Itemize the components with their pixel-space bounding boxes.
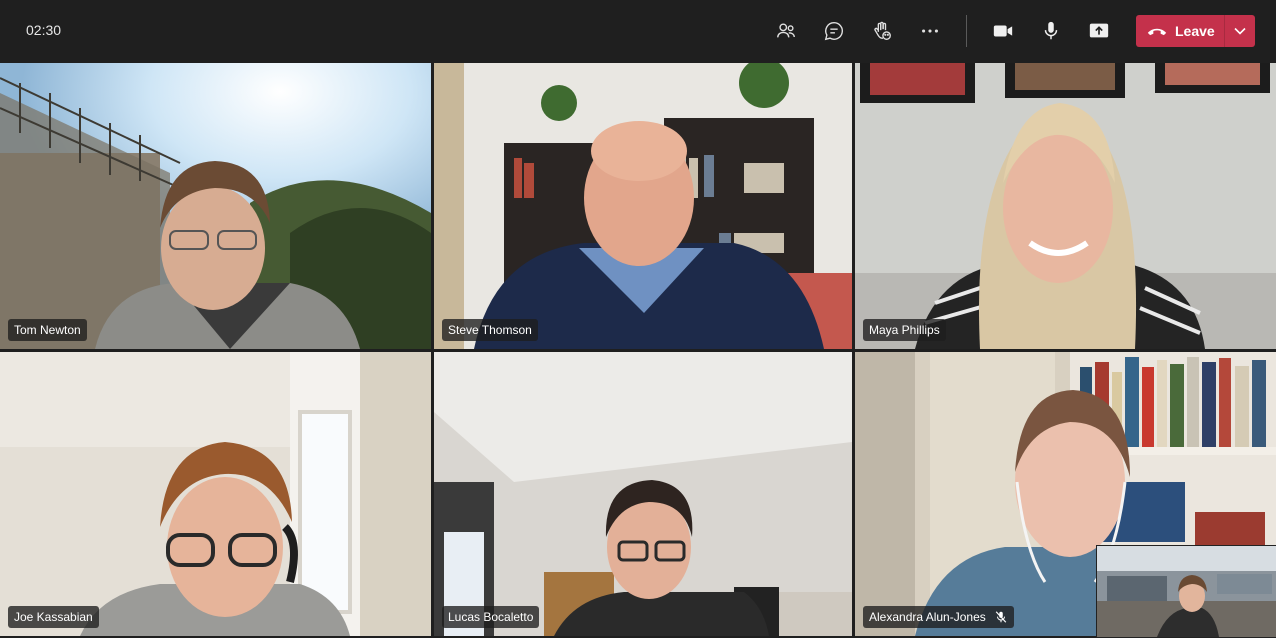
leave-main-button[interactable]: Leave <box>1136 15 1224 47</box>
video-feed <box>855 63 1276 349</box>
participant-name-tag: Tom Newton <box>8 319 87 341</box>
leave-button[interactable]: Leave <box>1136 15 1255 47</box>
participant-name: Steve Thomson <box>448 323 532 337</box>
video-feed <box>434 352 852 636</box>
video-tile-joe-kassabian[interactable]: Joe Kassabian <box>0 352 431 636</box>
meeting-toolbar: 02:30 Leave <box>0 0 1276 62</box>
leave-label: Leave <box>1175 23 1215 39</box>
video-feed <box>434 63 852 349</box>
toolbar-divider <box>966 15 967 47</box>
video-tile-maya-phillips[interactable]: Maya Phillips <box>855 63 1276 349</box>
video-tile-lucas-bocaletto[interactable]: Lucas Bocaletto <box>434 352 852 636</box>
chat-icon[interactable] <box>819 16 849 46</box>
video-tile-tom-newton[interactable]: Tom Newton <box>0 63 431 349</box>
participant-name-tag: Alexandra Alun-Jones <box>863 606 1014 628</box>
participant-name: Joe Kassabian <box>14 610 93 624</box>
share-screen-icon[interactable] <box>1084 16 1114 46</box>
self-view-feed <box>1097 546 1276 637</box>
meeting-timer: 02:30 <box>26 22 62 38</box>
participant-name: Tom Newton <box>14 323 81 337</box>
hang-up-icon <box>1147 28 1167 36</box>
participant-name: Alexandra Alun-Jones <box>869 610 986 624</box>
participant-name: Lucas Bocaletto <box>448 610 534 624</box>
participant-name-tag: Maya Phillips <box>863 319 946 341</box>
participant-name-tag: Steve Thomson <box>442 319 538 341</box>
participant-name: Maya Phillips <box>869 323 940 337</box>
reactions-icon[interactable] <box>867 16 897 46</box>
leave-options-button[interactable] <box>1225 15 1255 47</box>
participants-icon[interactable] <box>771 16 801 46</box>
camera-icon[interactable] <box>988 16 1018 46</box>
microphone-icon[interactable] <box>1036 16 1066 46</box>
video-tile-steve-thomson[interactable]: Steve Thomson <box>434 63 852 349</box>
participant-name-tag: Joe Kassabian <box>8 606 99 628</box>
participant-name-tag: Lucas Bocaletto <box>442 606 540 628</box>
chevron-down-icon <box>1234 27 1246 35</box>
more-options-icon[interactable] <box>915 16 945 46</box>
muted-microphone-icon <box>995 611 1007 623</box>
video-feed <box>0 63 431 349</box>
video-feed <box>0 352 431 636</box>
self-view-video[interactable] <box>1096 545 1276 638</box>
